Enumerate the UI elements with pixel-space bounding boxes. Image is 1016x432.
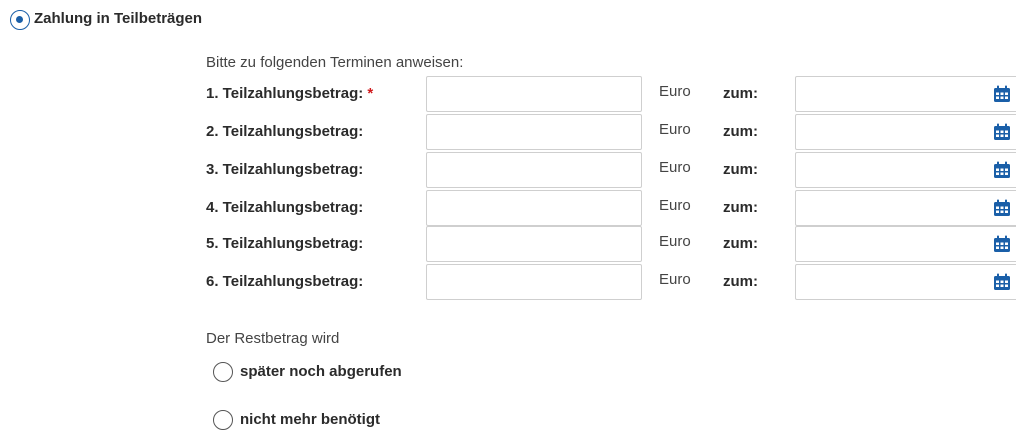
date-input-5[interactable] (795, 226, 1016, 262)
installment-row: 1. Teilzahlungsbetrag: * Euro zum: (0, 76, 1016, 112)
remainder-later-label[interactable]: später noch abgerufen (240, 363, 402, 380)
amount-input-3[interactable] (426, 152, 642, 188)
installment-radio[interactable] (10, 10, 30, 30)
remainder-label: Der Restbetrag wird (206, 330, 340, 347)
remainder-not-needed-label[interactable]: nicht mehr benötigt (240, 411, 380, 428)
installment-label-2: 2. Teilzahlungsbetrag: (206, 123, 364, 140)
installment-row: 4. Teilzahlungsbetrag: Euro zum: (0, 190, 1016, 226)
installment-row: 5. Teilzahlungsbetrag: Euro zum: (0, 226, 1016, 262)
date-label: zum: (723, 273, 758, 290)
installment-label-6: 6. Teilzahlungsbetrag: (206, 273, 364, 290)
amount-input-4[interactable] (426, 190, 642, 226)
unit-label: Euro (659, 159, 691, 176)
unit-label: Euro (659, 197, 691, 214)
date-input-3[interactable] (795, 152, 1016, 188)
unit-label: Euro (659, 233, 691, 250)
unit-label: Euro (659, 83, 691, 100)
amount-input-2[interactable] (426, 114, 642, 150)
installment-intro: Bitte zu folgenden Terminen anweisen: (206, 54, 464, 71)
amount-input-6[interactable] (426, 264, 642, 300)
calendar-icon[interactable] (993, 123, 1011, 141)
calendar-icon[interactable] (993, 273, 1011, 291)
remainder-not-needed-radio[interactable] (213, 410, 233, 430)
installment-row: 6. Teilzahlungsbetrag: Euro zum: (0, 264, 1016, 300)
required-marker: * (367, 85, 374, 102)
date-label: zum: (723, 235, 758, 252)
amount-input-1[interactable] (426, 76, 642, 112)
amount-input-5[interactable] (426, 226, 642, 262)
installment-label-4: 4. Teilzahlungsbetrag: (206, 199, 364, 216)
calendar-icon[interactable] (993, 235, 1011, 253)
date-input-1[interactable] (795, 76, 1016, 112)
unit-label: Euro (659, 271, 691, 288)
installment-label-5: 5. Teilzahlungsbetrag: (206, 235, 364, 252)
installment-option-label[interactable]: Zahlung in Teilbeträgen (34, 10, 202, 27)
calendar-icon[interactable] (993, 161, 1011, 179)
date-input-4[interactable] (795, 190, 1016, 226)
date-label: zum: (723, 161, 758, 178)
calendar-icon[interactable] (993, 199, 1011, 217)
date-label: zum: (723, 199, 758, 216)
date-label: zum: (723, 85, 758, 102)
installment-row: 3. Teilzahlungsbetrag: Euro zum: (0, 152, 1016, 188)
date-input-6[interactable] (795, 264, 1016, 300)
installment-row: 2. Teilzahlungsbetrag: Euro zum: (0, 114, 1016, 150)
installment-label-1: 1. Teilzahlungsbetrag: * (206, 85, 374, 102)
date-label: zum: (723, 123, 758, 140)
remainder-later-radio[interactable] (213, 362, 233, 382)
unit-label: Euro (659, 121, 691, 138)
calendar-icon[interactable] (993, 85, 1011, 103)
installment-label-3: 3. Teilzahlungsbetrag: (206, 161, 364, 178)
date-input-2[interactable] (795, 114, 1016, 150)
